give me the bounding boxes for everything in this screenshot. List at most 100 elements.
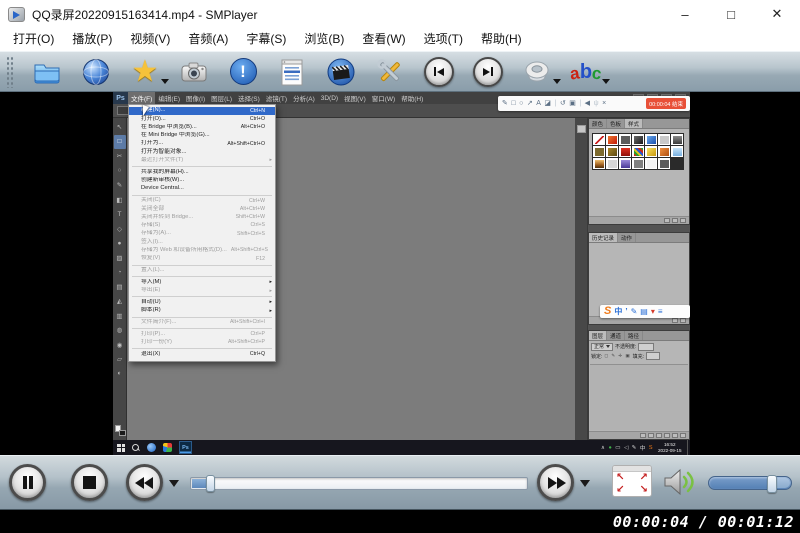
recorder-tool-icon: ψ xyxy=(594,100,599,107)
menubar-item[interactable]: 视频(V) xyxy=(121,28,179,51)
menubar-item[interactable]: 查看(W) xyxy=(353,28,414,51)
next-button[interactable] xyxy=(472,55,504,89)
volume-slider[interactable] xyxy=(708,476,792,490)
menubar-item[interactable]: 音频(A) xyxy=(179,28,237,51)
ps-file-menu-item: 文件简介(F)... Alt+Shift+Ctrl+I xyxy=(129,319,275,327)
fast-forward-menu-arrow[interactable] xyxy=(580,480,590,487)
screenshot-button[interactable] xyxy=(178,55,210,89)
recorder-tool-icon: ✎ xyxy=(502,100,508,107)
ps-style-swatches xyxy=(592,133,684,170)
toolbar-grip[interactable] xyxy=(6,56,14,88)
media-info-button[interactable]: ! xyxy=(227,55,259,89)
photoshop-taskbar-icon: Ps xyxy=(179,441,192,454)
ps-file-menu-item: Device Central... xyxy=(129,185,275,193)
speaker-cone-icon xyxy=(522,57,552,87)
fullscreen-button[interactable] xyxy=(612,465,652,497)
chevron-down-icon[interactable] xyxy=(602,79,610,84)
ps-panel-tab: 样式 xyxy=(625,119,643,128)
ps-panel-tab: 动作 xyxy=(618,233,636,242)
ps-panel-tab: 路径 xyxy=(625,331,643,340)
maximize-button[interactable]: □ xyxy=(708,0,754,28)
chevron-down-icon[interactable] xyxy=(553,79,561,84)
ps-menu-item: 滤镜(T) xyxy=(263,92,290,104)
open-file-button[interactable] xyxy=(31,55,63,89)
recorder-tool-icon: ↺ xyxy=(560,100,566,107)
tray-icon: ✎ xyxy=(632,445,637,451)
open-url-button[interactable] xyxy=(80,55,112,89)
ps-style-swatch xyxy=(593,158,605,169)
ps-file-menu-item: 置入(L)... xyxy=(129,267,275,275)
ps-file-menu-item: 存储为(A)... Shift+Ctrl+S xyxy=(129,230,275,238)
ps-file-menu-item: 打印(P)... Ctrl+P xyxy=(129,331,275,339)
audio-menu-button[interactable] xyxy=(521,55,553,89)
ps-panel-tab: 历史记录 xyxy=(589,233,618,242)
fullscreen-arrow-icon xyxy=(616,473,624,483)
qq-recorder-toolbar: ✎□○↗A◪|↺▣|◀ψ× 00:00:04 结束 xyxy=(498,96,690,111)
favorites-button[interactable]: ★ xyxy=(129,55,161,89)
seek-slider[interactable] xyxy=(190,477,528,490)
ps-file-menu-item: 恢复(V) F12 xyxy=(129,255,275,263)
ps-styles-tabs: 颜色色板样式 xyxy=(589,119,689,129)
menubar-item[interactable]: 选项(T) xyxy=(415,28,472,51)
smplayer-app-icon xyxy=(8,7,25,22)
tray-icon: S xyxy=(649,445,653,451)
ps-style-swatch xyxy=(619,134,631,145)
minimize-button[interactable]: – xyxy=(662,0,708,28)
ps-file-menu-item: 在 Mini Bridge 中浏览(G)... xyxy=(129,132,275,140)
previous-button[interactable] xyxy=(423,55,455,89)
recording-time-badge: 00:00:04 结束 xyxy=(646,98,686,109)
ps-file-menu-item: 脚本(R) xyxy=(129,307,275,315)
ps-style-swatch xyxy=(606,158,618,169)
playlist-button[interactable] xyxy=(276,55,308,89)
rewind-button[interactable] xyxy=(126,464,163,501)
ps-file-menu-item: 自动(U) xyxy=(129,299,275,307)
browser-icon xyxy=(147,443,156,452)
ime-icon: ▤ xyxy=(640,308,648,316)
next-icon xyxy=(473,57,503,87)
tray-icon: ◁ xyxy=(624,445,628,451)
close-button[interactable]: ✕ xyxy=(754,0,800,28)
volume-handle[interactable] xyxy=(767,475,777,493)
subtitles-menu-button[interactable]: abc xyxy=(570,55,602,89)
recorder-tool-icon: ◪ xyxy=(544,100,551,107)
ime-icon: ✎ xyxy=(631,308,638,316)
ps-menu-item: 分析(A) xyxy=(290,92,318,104)
menubar-item[interactable]: 播放(P) xyxy=(63,28,121,51)
star-icon: ★ xyxy=(132,57,159,87)
chevron-down-icon[interactable] xyxy=(161,79,169,84)
ps-opacity-label: 不透明度: xyxy=(615,343,636,350)
menubar-item[interactable]: 帮助(H) xyxy=(472,28,531,51)
menubar-item[interactable]: 字幕(S) xyxy=(237,28,295,51)
ps-panel-footer xyxy=(589,216,689,224)
ps-opacity-field xyxy=(638,343,654,351)
ps-file-menu-item: 签入(I)... xyxy=(129,238,275,246)
ps-style-swatch xyxy=(606,146,618,157)
status-bar: 00:00:04 / 00:01:12 xyxy=(0,510,800,533)
ps-style-swatch xyxy=(658,158,670,169)
video-filters-button[interactable] xyxy=(325,55,357,89)
sogou-ime-bar: S中’✎▤▾≡ xyxy=(600,305,690,318)
tray-icon: ● xyxy=(608,445,611,451)
menubar-item[interactable]: 打开(O) xyxy=(4,28,63,51)
ps-menu-item: 文件(F) xyxy=(128,92,155,104)
menubar-item[interactable]: 浏览(B) xyxy=(295,28,353,51)
stop-button[interactable] xyxy=(71,464,108,501)
preferences-button[interactable] xyxy=(374,55,406,89)
playlist-icon xyxy=(277,57,307,87)
tray-icon: ▭ xyxy=(615,445,620,451)
mute-button[interactable] xyxy=(657,464,699,505)
seek-handle[interactable] xyxy=(206,475,215,492)
ps-style-swatch xyxy=(593,146,605,157)
ps-menu-item: 视图(V) xyxy=(341,92,369,104)
control-bar xyxy=(0,455,800,510)
toolbar: ★ ! xyxy=(0,51,800,92)
system-tray: ∧●▭◁✎中S 16:52 2022-09-15 xyxy=(601,440,690,455)
rewind-menu-arrow[interactable] xyxy=(169,480,179,487)
video-frame[interactable]: Ps 文件(F) 编辑(E) 图像(I) 图层(L) 选择(S) 滤镜(T) 分… xyxy=(113,92,690,455)
fast-forward-button[interactable] xyxy=(537,464,574,501)
pause-button[interactable] xyxy=(9,464,46,501)
ps-history-tabs: 历史记录动作 xyxy=(589,233,689,243)
titlebar: QQ录屏20220915163414.mp4 - SMPlayer – □ ✕ xyxy=(0,0,800,28)
folder-icon xyxy=(32,57,62,87)
ps-file-menu-item: 共享我的屏幕(H)... xyxy=(129,169,275,177)
